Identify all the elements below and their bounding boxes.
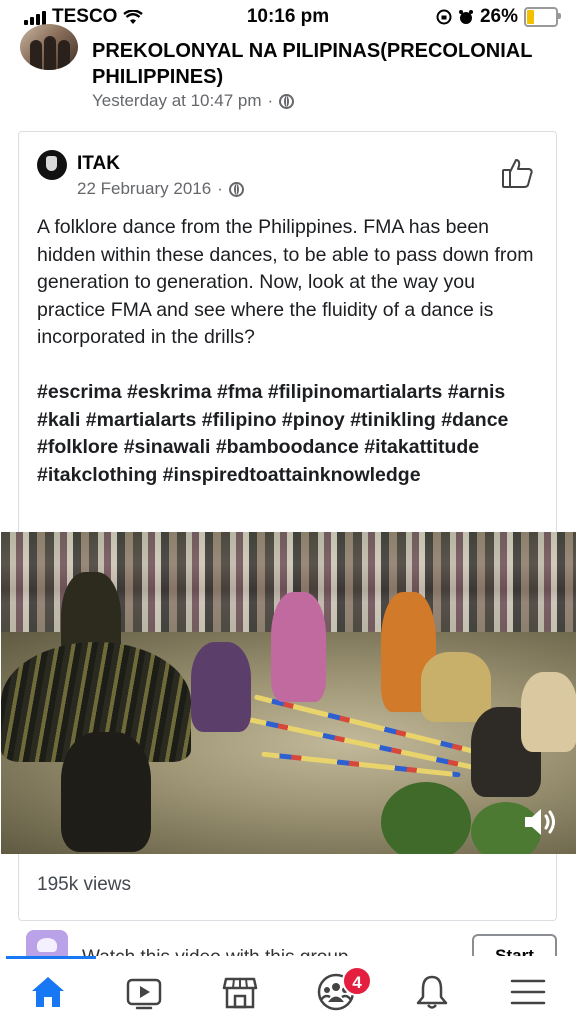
post-hashtags[interactable]: #escrima #eskrima #fma #filipinomartiala… [37,379,545,489]
battery-percent: 26% [479,6,518,27]
bottom-nav [0,956,576,1024]
globe-icon [228,181,244,197]
post-meta: Yesterday at 10:47 pm · [92,91,295,111]
groups-badge: 4 [342,966,372,996]
battery-icon [524,7,561,27]
nav-menu[interactable] [502,970,554,1014]
thumbs-up-icon[interactable] [501,156,535,190]
status-right: 26% [436,6,561,28]
shared-post-meta: 22 February 2016 · [77,179,244,199]
globe-icon [279,93,295,109]
video-views: 195k views [37,874,131,895]
orientation-lock-icon [436,9,452,25]
nav-home[interactable] [22,970,74,1014]
status-bar: TESCO 10:16 pm 26% [0,0,576,34]
nav-notifications[interactable] [406,970,458,1014]
notifications-icon [416,975,448,1009]
author-name[interactable]: ITAK [77,153,120,175]
alarm-icon [458,10,473,24]
post-text: A folklore dance from the Philippines. F… [37,216,534,349]
page-avatar[interactable] [20,24,78,70]
post-title[interactable]: PREKOLONYAL NA PILIPINAS(PRECOLONIAL PHI… [92,38,552,90]
shared-post-card[interactable]: ITAK 22 February 2016 · A folklore dance… [1,131,576,921]
shared-post-date[interactable]: 22 February 2016 [77,179,211,199]
meta-separator: · [217,179,223,198]
video-player[interactable] [1,532,576,854]
video-bush [381,782,471,854]
meta-separator: · [267,91,274,110]
marketplace-icon [222,977,258,1009]
dancer [521,672,576,752]
dancer [191,642,251,732]
dancer [61,732,151,852]
post-time[interactable]: Yesterday at 10:47 pm [92,91,262,111]
watch-icon [126,978,162,1010]
dancer [421,652,491,722]
post-body: A folklore dance from the Philippines. F… [37,214,545,489]
battery-level [527,10,535,24]
menu-icon [510,979,546,1005]
nav-watch[interactable] [118,970,170,1014]
home-icon [32,977,64,1007]
dancer [271,592,326,702]
nav-active-indicator [6,956,96,959]
author-avatar[interactable] [37,150,67,180]
volume-icon[interactable] [521,802,561,842]
nav-marketplace[interactable] [214,970,266,1014]
